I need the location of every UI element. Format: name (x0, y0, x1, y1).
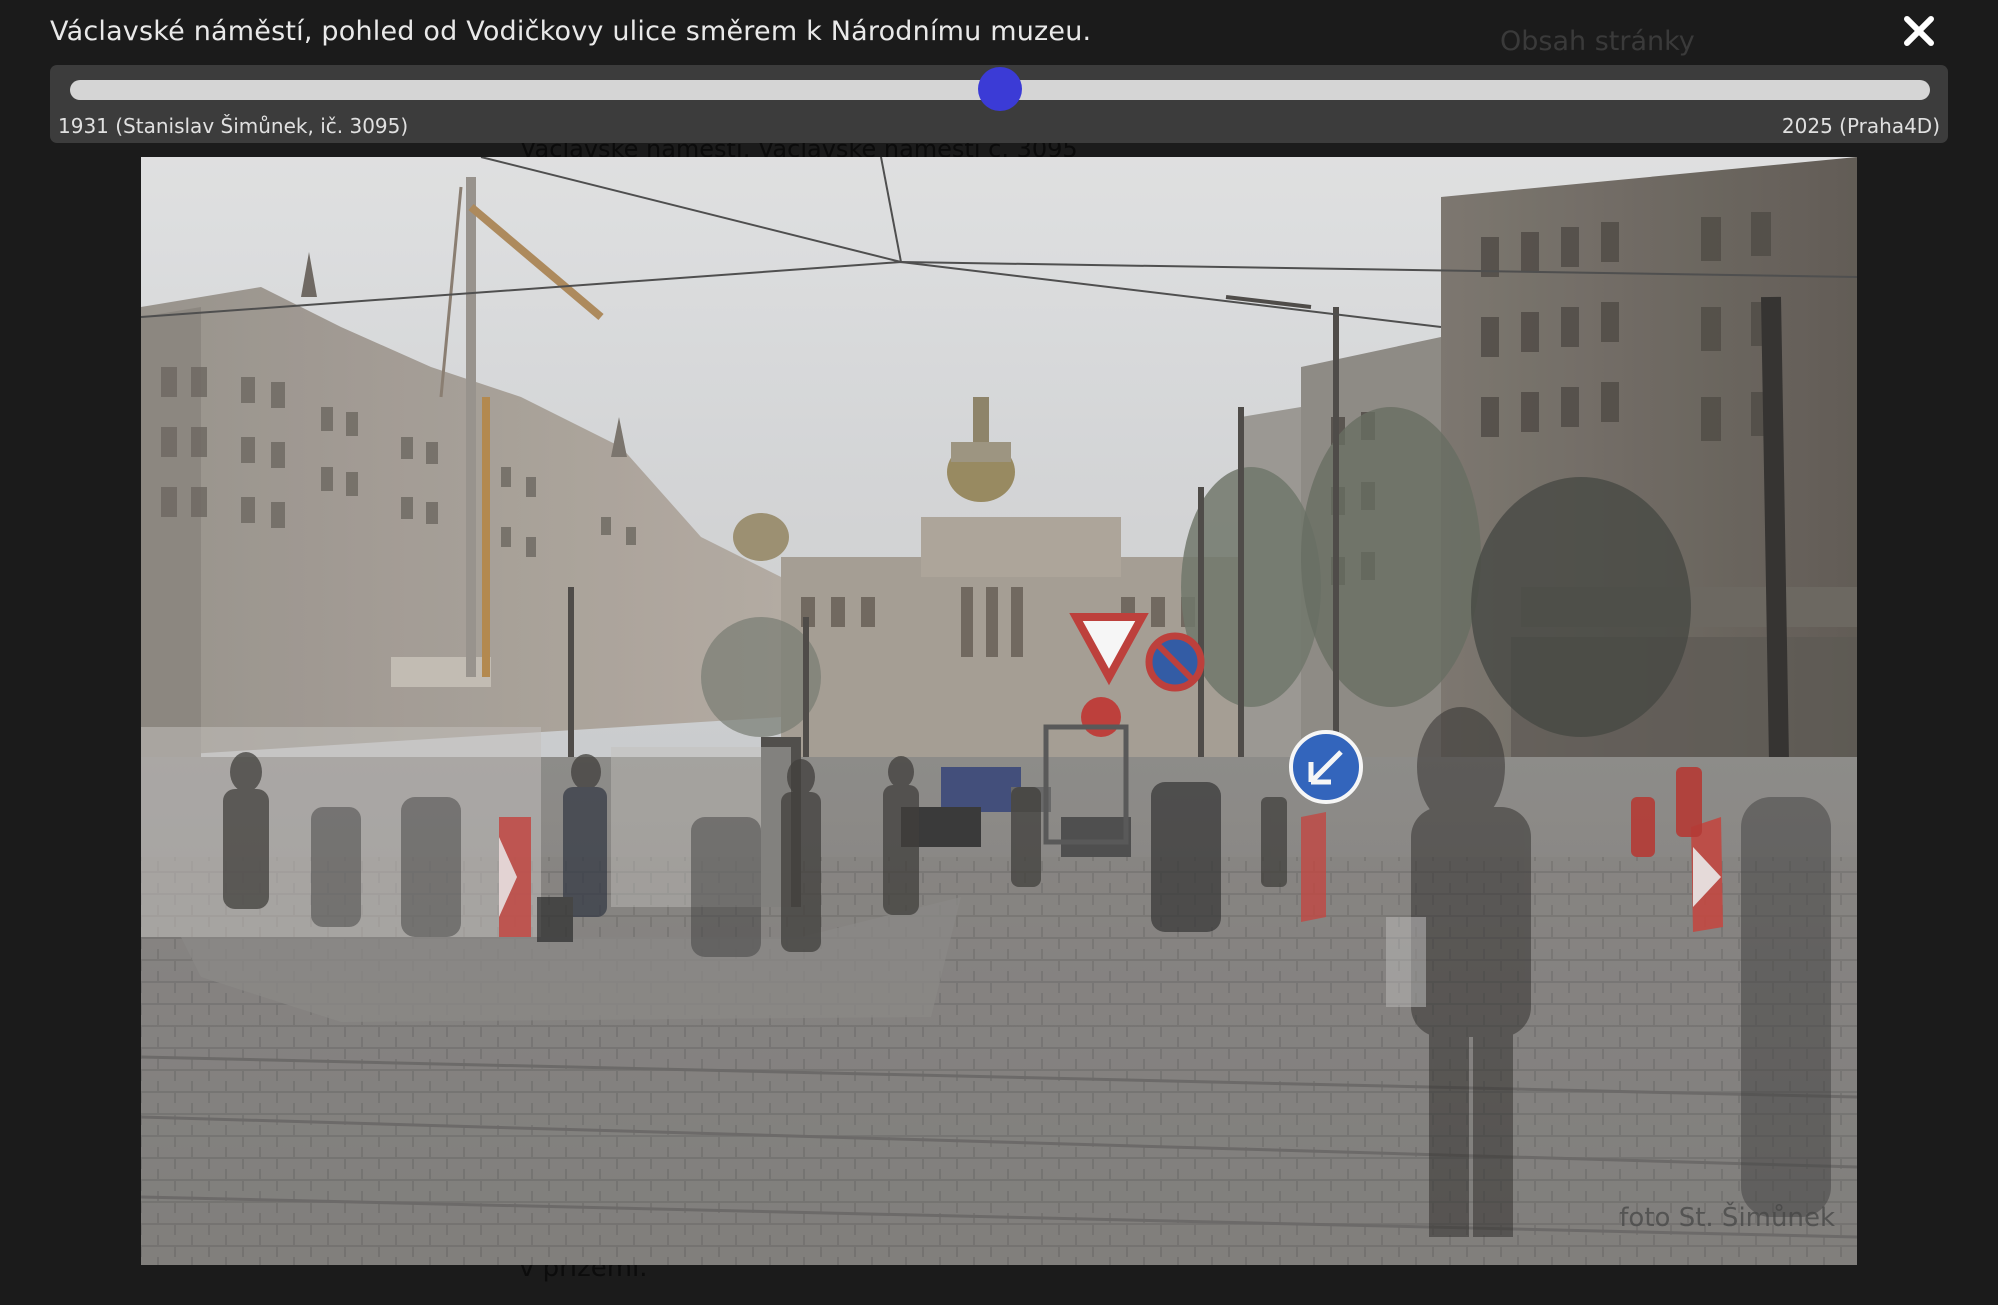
slider-thumb[interactable] (978, 67, 1022, 111)
photo-watermark: foto St. Šimůnek (1619, 1203, 1835, 1233)
toc-heading: Obsah stránky (1500, 26, 1695, 57)
slider-label-newer: 2025 (Praha4D) (1781, 114, 1940, 138)
photo-scene (141, 157, 1857, 1265)
close-button[interactable] (1898, 10, 1940, 52)
comparison-slider-panel: 1931 (Stanislav Šimůnek, ič. 3095) 2025 … (50, 65, 1948, 143)
slider-label-older: 1931 (Stanislav Šimůnek, ič. 3095) (58, 114, 409, 138)
background-text-top: Václavské náměstí, Václavské náměstí č. … (520, 143, 1078, 157)
close-icon (1904, 16, 1934, 46)
screen: Obsah stránky Václavské náměstí, Václavs… (0, 0, 1998, 1305)
photo-caption: Václavské náměstí, pohled od Vodičkovy u… (50, 16, 1092, 47)
comparison-photo: foto St. Šimůnek (141, 157, 1857, 1265)
